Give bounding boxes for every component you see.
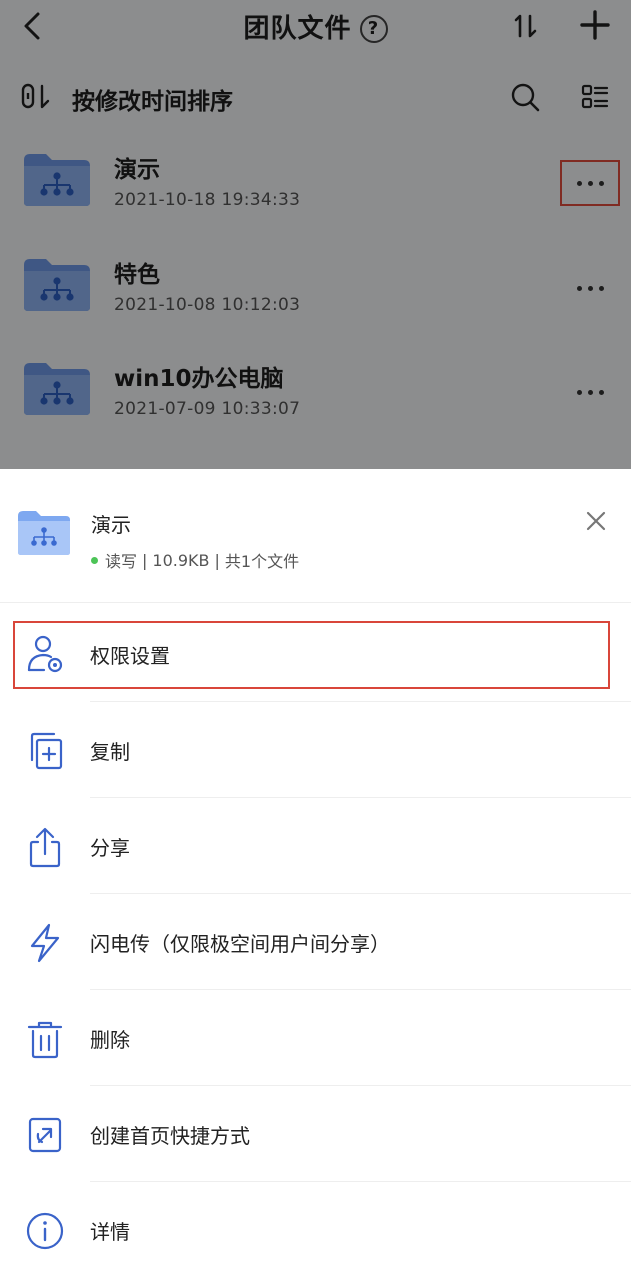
menu-item-label: 详情 — [90, 1220, 130, 1244]
menu-item-label: 权限设置 — [90, 644, 170, 668]
permission-text: 读写 — [105, 552, 138, 571]
divider — [90, 989, 631, 990]
meta-separator: | — [142, 550, 148, 570]
divider — [90, 701, 631, 702]
menu-item-delete[interactable]: 删除 — [0, 989, 631, 1086]
folder-meta: 读写 | 10.9KB | 共1个文件 — [91, 548, 299, 572]
user-settings-icon — [27, 635, 63, 673]
menu-item-label: 删除 — [90, 1028, 130, 1052]
team-folder-icon — [18, 511, 70, 555]
menu-item-label: 创建首页快捷方式 — [90, 1124, 250, 1148]
divider — [90, 797, 631, 798]
sheet-folder-name: 演示 — [91, 513, 131, 537]
menu-item-label: 分享 — [90, 836, 130, 860]
menu-item-share[interactable]: 分享 — [0, 797, 631, 894]
meta-separator: | — [214, 550, 220, 570]
divider — [90, 893, 631, 894]
menu-item-label: 闪电传（仅限极空间用户间分享） — [90, 932, 390, 956]
divider — [90, 1085, 631, 1086]
file-count-text: 共1个文件 — [224, 552, 300, 571]
sheet-header: 演示 读写 | 10.9KB | 共1个文件 — [0, 469, 631, 603]
lightning-icon — [30, 923, 60, 963]
menu-item-copy[interactable]: 复制 — [0, 701, 631, 798]
action-sheet: 演示 读写 | 10.9KB | 共1个文件 权限设置 复制 分享 闪电传（仅限… — [0, 469, 631, 1280]
size-text: 10.9KB — [152, 550, 210, 570]
share-icon — [29, 827, 61, 868]
menu-item-permissions[interactable]: 权限设置 — [0, 606, 631, 702]
menu-item-label: 复制 — [90, 740, 130, 764]
menu-item-create-shortcut[interactable]: 创建首页快捷方式 — [0, 1085, 631, 1182]
menu-item-flash-transfer[interactable]: 闪电传（仅限极空间用户间分享） — [0, 893, 631, 990]
divider — [90, 1181, 631, 1182]
info-icon — [26, 1212, 64, 1250]
trash-icon — [27, 1021, 63, 1059]
dim-overlay[interactable] — [0, 0, 631, 469]
status-dot — [91, 556, 98, 564]
copy-icon — [30, 732, 63, 770]
shortcut-icon — [28, 1117, 62, 1153]
close-icon[interactable] — [584, 509, 608, 533]
menu-item-details[interactable]: 详情 — [0, 1181, 631, 1278]
